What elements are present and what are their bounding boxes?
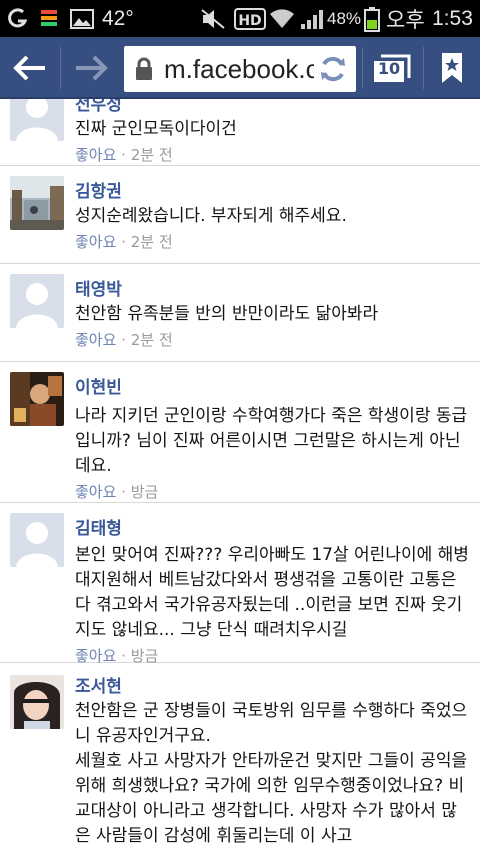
bookmarks-button[interactable] [428,37,476,99]
mute-icon [200,0,228,37]
tabs-button[interactable]: 10 [366,37,416,99]
comment-time: 방금 [130,483,159,501]
refresh-icon[interactable] [318,54,348,84]
comment-meta: 좋아요 · 2분 전 [75,146,173,164]
comment-author[interactable]: 김태형 [75,517,472,541]
user-photo-icon [10,176,64,230]
browser-toolbar: m.facebook.c 10 [0,37,480,99]
comment-item: 김태형 본인 맞어여 진짜??? 우리아빠도 17살 어린나이에 해병대지원해서… [0,503,480,665]
comment-text: 천안함은 군 장병들이 국토방위 임무를 수행하다 죽었으니 유공자인거구요. … [75,701,468,846]
comment-item: 김항권 성지순례왔습니다. 부자되게 해주세요. 좋아요 · 2분 전 [0,166,480,264]
battery-icon [364,0,380,37]
user-photo-icon [10,675,64,729]
like-link[interactable]: 좋아요 [75,233,116,251]
gallery-icon [70,0,94,37]
hd-icon: HD [234,0,266,37]
like-link[interactable]: 좋아요 [75,331,116,349]
comment-list: 전우성 진짜 군인모독이다이건 좋아요 · 2분 전 김항권 성지순례왔습니다.… [0,99,480,853]
default-avatar-icon [10,513,64,567]
comment-time: 2분 전 [130,233,173,251]
comment-item: 이현빈 나라 지키던 군인이랑 수학여행가다 죽은 학생이랑 동급입니까? 님이… [0,362,480,503]
comment-text: 본인 맞어여 진짜??? 우리아빠도 17살 어린나이에 해병대지원해서 베트남… [75,545,469,640]
battery-text: 48% [327,8,362,28]
temperature-text: 42° [102,6,134,30]
default-avatar-icon [10,99,64,141]
comment-author[interactable]: 조서현 [75,675,472,699]
tab-count: 10 [377,59,401,78]
comment-time: 2분 전 [130,146,173,164]
toolbar-divider [423,47,424,89]
comment-item: 조서현 천안함은 군 장병들이 국토방위 임무를 수행하다 죽었으니 유공자인거… [0,663,480,853]
comment-author[interactable]: 이현빈 [75,376,472,400]
comment-text: 성지순례왔습니다. 부자되게 해주세요. [75,206,347,226]
forward-arrow-icon [76,55,108,81]
back-button[interactable] [0,37,60,99]
toolbar-divider [362,47,363,89]
comment-text: 나라 지키던 군인이랑 수학여행가다 죽은 학생이랑 동급입니까? 님이 진짜 … [75,406,468,476]
comment-author[interactable]: 김항권 [75,180,472,204]
bookmark-star-icon [442,53,462,83]
avatar[interactable] [10,513,64,567]
comment-time: 2분 전 [130,331,173,349]
svg-text:HD: HD [238,13,261,29]
sd-card-icon [40,0,58,37]
comment-item: 전우성 진짜 군인모독이다이건 좋아요 · 2분 전 [0,99,480,166]
comment-meta: 좋아요 · 2분 전 [75,331,173,349]
url-text: m.facebook.c [164,54,314,84]
clock-text: 1:53 [432,6,473,30]
lock-icon [136,57,152,80]
comment-item: 태영박 천안함 유족분들 반의 반만이라도 닮아봐라 좋아요 · 2분 전 [0,264,480,362]
avatar[interactable] [10,675,64,729]
like-link[interactable]: 좋아요 [75,146,116,164]
avatar[interactable] [10,274,64,328]
ampm-text: 오후 [386,8,425,32]
g-icon [8,0,28,37]
avatar[interactable] [10,99,64,141]
address-bar[interactable]: m.facebook.c [124,46,356,92]
status-bar: 42° HD 48% 오후 1:53 [0,0,480,37]
avatar[interactable] [10,176,64,230]
back-arrow-icon [13,55,45,81]
forward-button[interactable] [61,37,121,99]
wifi-icon [268,0,296,37]
signal-icon [300,0,324,37]
default-avatar-icon [10,274,64,328]
like-link[interactable]: 좋아요 [75,483,116,501]
avatar[interactable] [10,372,64,426]
comment-meta: 좋아요 · 방금 [75,483,159,501]
comment-text: 진짜 군인모독이다이건 [75,119,237,139]
comment-text: 천안함 유족분들 반의 반만이라도 닮아봐라 [75,304,379,324]
comment-author[interactable]: 태영박 [75,278,472,302]
comment-meta: 좋아요 · 2분 전 [75,233,173,251]
user-photo-icon [10,372,64,426]
comment-author[interactable]: 전우성 [75,99,472,117]
